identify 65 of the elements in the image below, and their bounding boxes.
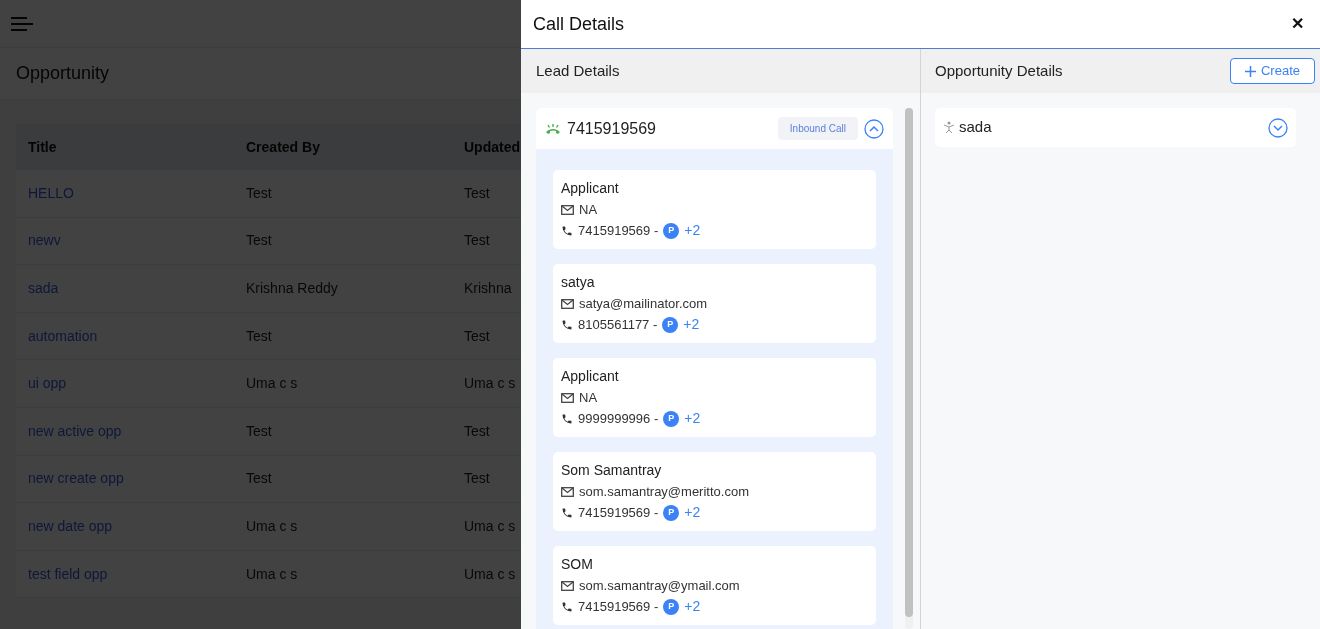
collapse-chevron-icon[interactable]: [864, 118, 884, 139]
mail-icon: [561, 298, 574, 309]
contact-phone: 8105561177 -: [578, 315, 658, 334]
mail-icon: [561, 204, 574, 215]
contact-name: Som Samantray: [561, 461, 663, 479]
contact-email: som.samantray@ymail.com: [579, 576, 740, 595]
contact-email: NA: [579, 388, 598, 407]
table-cell-text: Test: [246, 469, 272, 489]
create-button[interactable]: Create: [1229, 58, 1315, 84]
drawer-title: Call Details: [533, 12, 625, 36]
phone-icon: [561, 318, 573, 331]
contact-phone: 7415919569 -: [578, 597, 659, 616]
contact-email: NA: [579, 200, 598, 219]
contact-email: som.samantray@meritto.com: [579, 482, 749, 501]
contact-email: satya@mailinator.com: [579, 294, 708, 313]
phone-icon: [561, 600, 573, 613]
plus-icon: [1244, 65, 1256, 77]
contact-phone: 9999999996 -: [578, 409, 659, 428]
scrollbar[interactable]: [905, 108, 913, 629]
phone-icon: [561, 506, 573, 519]
mail-icon: [561, 486, 574, 497]
primary-badge: P: [662, 316, 679, 333]
column-header: Created By: [246, 137, 320, 157]
contact-name: Applicant: [561, 367, 620, 385]
table-cell-text: Test: [464, 231, 490, 251]
table-cell-text: Test: [246, 231, 272, 251]
section-heading: Lead Details: [536, 60, 620, 81]
table-cell-text: Test: [464, 326, 490, 346]
more-phones-link[interactable]: +2: [683, 314, 700, 335]
mail-icon: [561, 392, 574, 403]
table-cell-text: Test: [246, 326, 272, 346]
table-cell-text: Test: [464, 421, 490, 441]
primary-badge: P: [663, 598, 680, 615]
table-cell-text: Test: [464, 469, 490, 489]
opportunity-name: sada: [959, 117, 993, 138]
contact-phone: 7415919569 -: [578, 221, 659, 240]
table-cell-text: Krishna: [464, 279, 512, 298]
contact-name: SOM: [561, 555, 594, 573]
more-phones-link[interactable]: +2: [684, 408, 701, 429]
expand-chevron-icon[interactable]: [1268, 117, 1288, 138]
primary-badge: P: [663, 504, 680, 521]
primary-badge: P: [663, 410, 680, 427]
phone-icon: [561, 412, 573, 425]
section-heading: Opportunity Details: [935, 60, 1063, 81]
column-header: Updated: [464, 137, 520, 157]
table-cell-text: Test: [464, 183, 490, 203]
more-phones-link[interactable]: +2: [684, 596, 701, 617]
primary-badge: P: [663, 222, 680, 239]
more-phones-link[interactable]: +2: [684, 220, 701, 241]
call-type-tag: Inbound Call: [777, 117, 858, 140]
close-button[interactable]: ✕: [1287, 12, 1308, 36]
column-header: Title: [28, 137, 57, 157]
table-cell-text: Test: [246, 421, 272, 441]
table-cell-text: Test: [246, 183, 272, 203]
phone-ringing-icon: [545, 122, 561, 135]
more-phones-link[interactable]: +2: [684, 502, 701, 523]
page-title: Opportunity: [16, 62, 110, 85]
person-icon: [943, 121, 955, 134]
caller-number: 7415919569: [567, 118, 657, 139]
table-cell-text: Krishna Reddy: [246, 279, 338, 298]
contact-phone: 7415919569 -: [578, 503, 659, 522]
contact-name: satya: [561, 273, 596, 291]
contact-name: Applicant: [561, 179, 620, 197]
mail-icon: [561, 580, 574, 591]
phone-icon: [561, 224, 573, 237]
